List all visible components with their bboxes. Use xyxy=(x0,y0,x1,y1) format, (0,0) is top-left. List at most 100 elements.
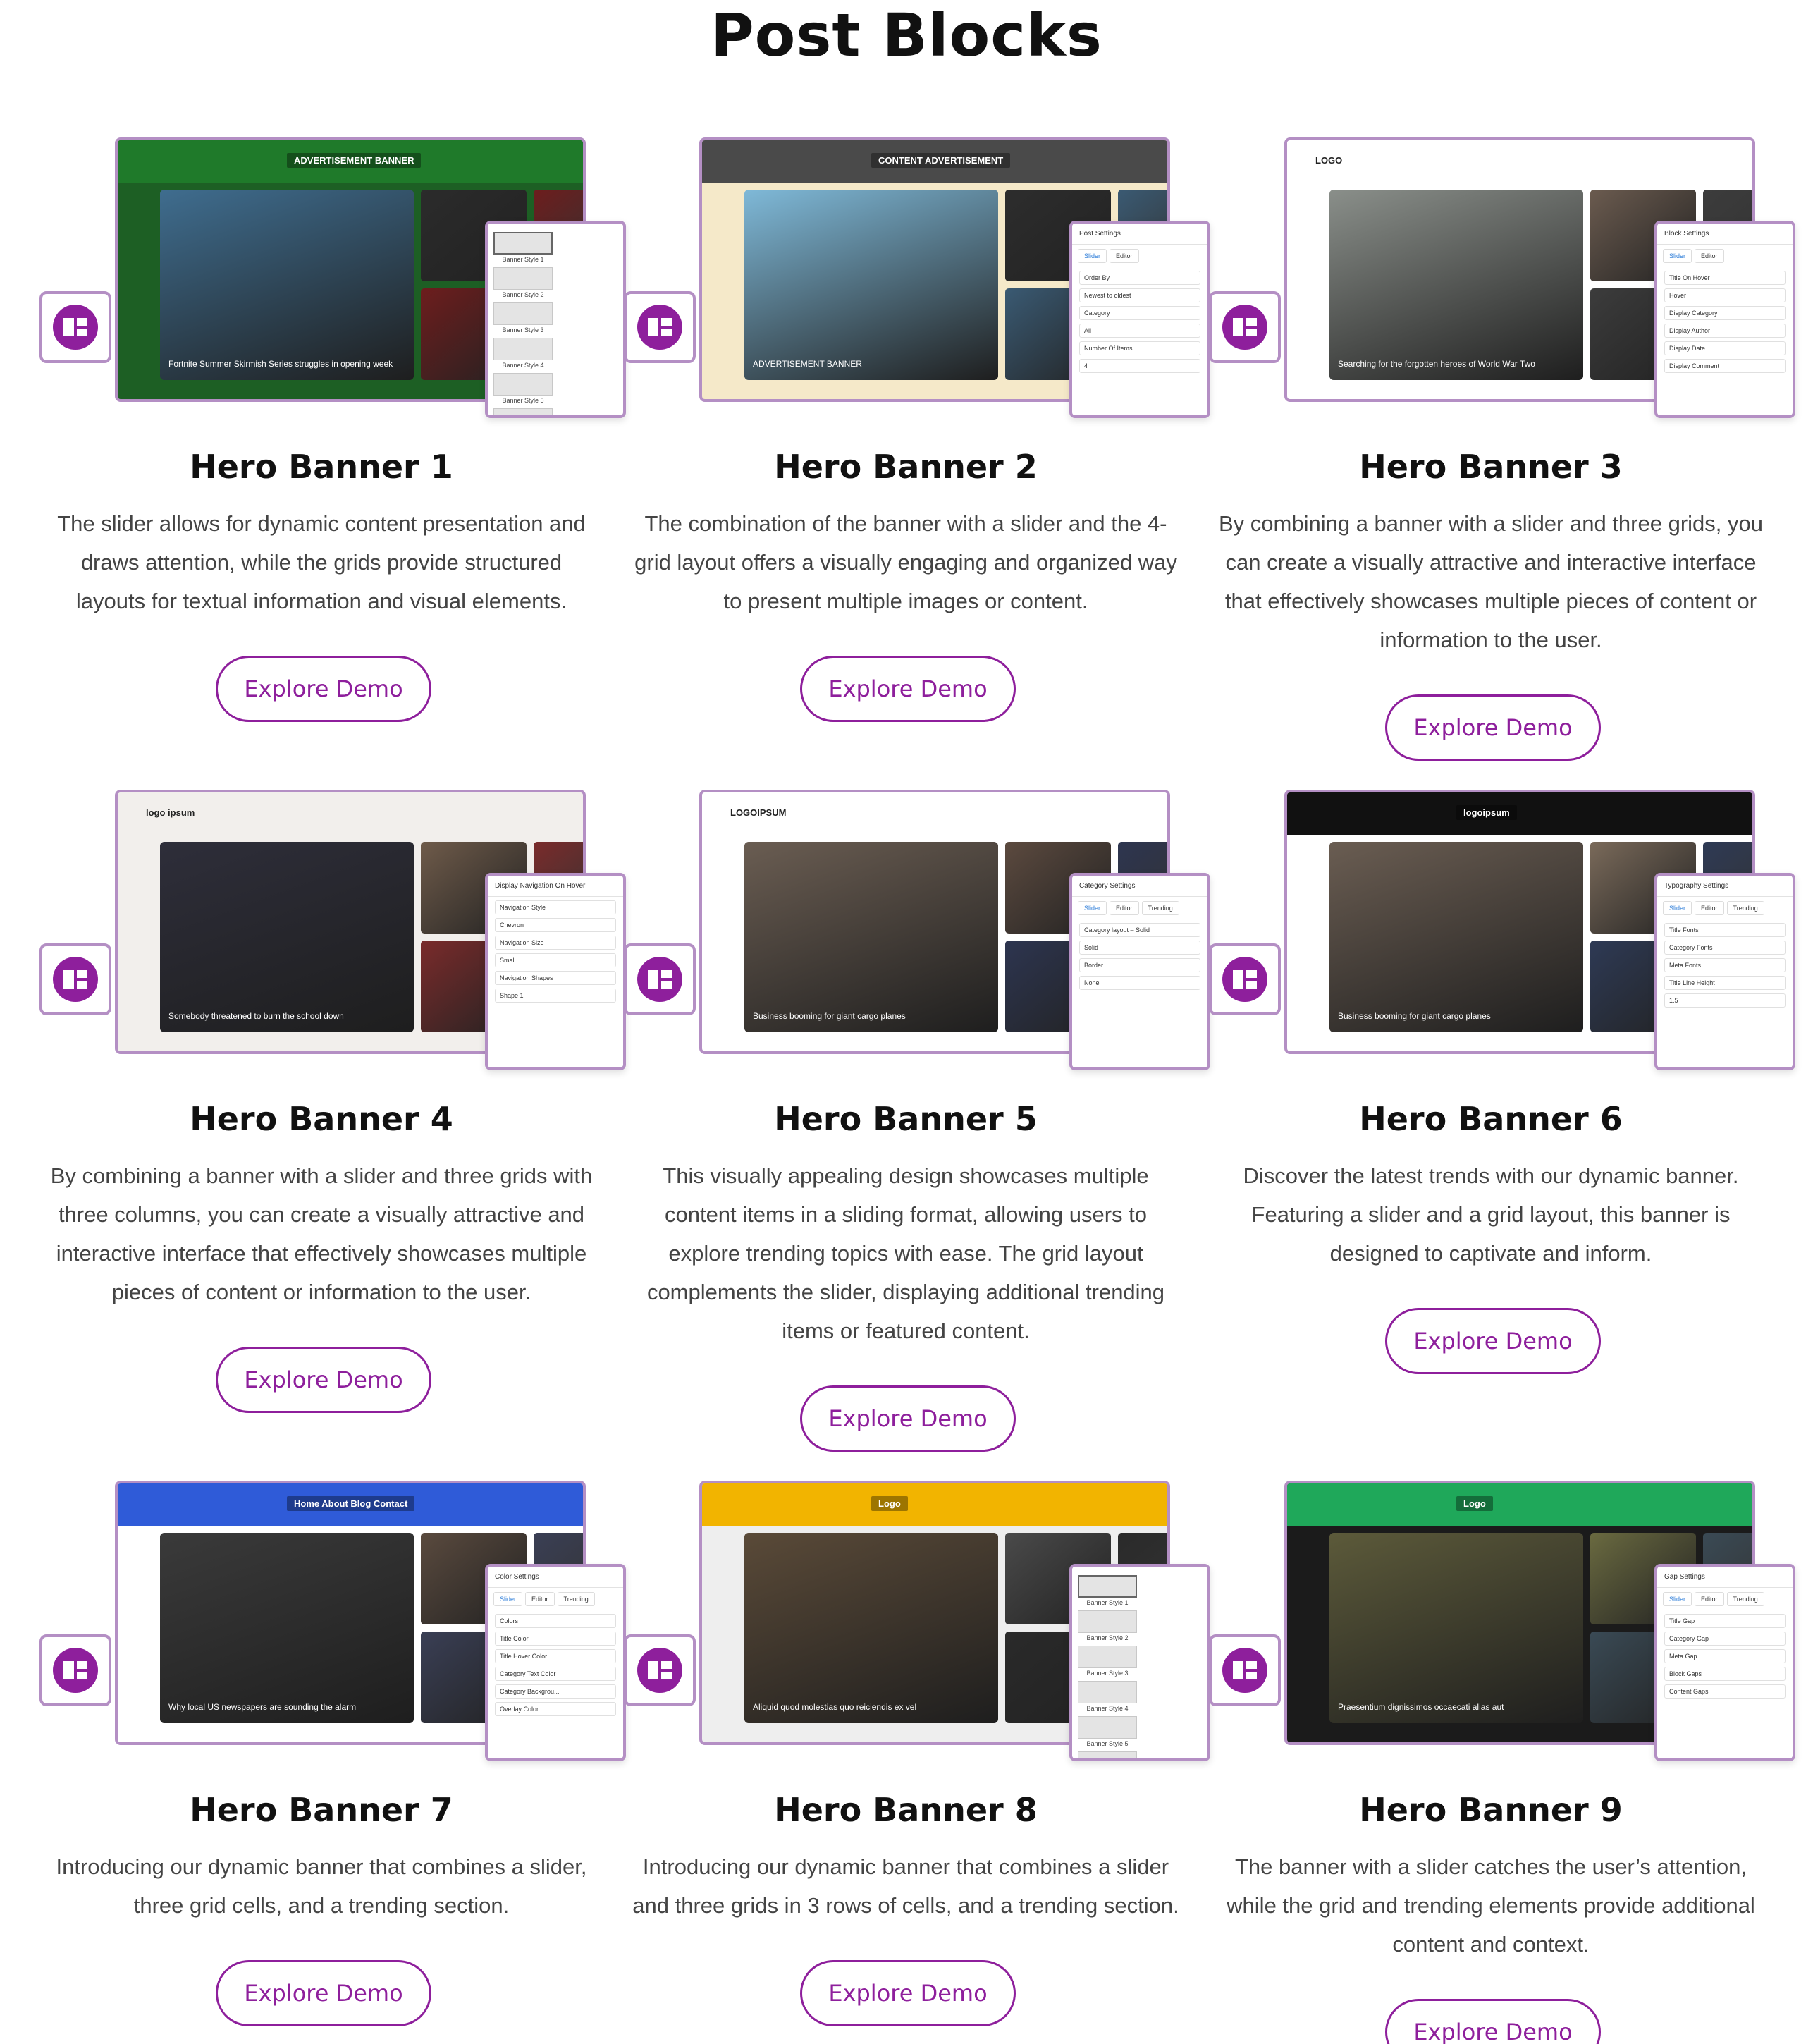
panel-field[interactable]: 1.5 xyxy=(1664,993,1786,1008)
panel-field[interactable]: Chevron xyxy=(495,918,616,932)
screenshot-hero-image: ADVERTISEMENT BANNER xyxy=(744,190,998,380)
panel-field[interactable]: Title Line Height xyxy=(1664,976,1786,990)
explore-demo-button[interactable]: Explore Demo xyxy=(216,656,431,722)
preview-thumbnail[interactable]: LOGO Searching for the forgotten heroes o… xyxy=(1246,137,1795,420)
screenshot-header-text: Home About Blog Contact xyxy=(287,1496,415,1511)
panel-field[interactable]: Category Text Color xyxy=(495,1667,616,1681)
panel-field[interactable]: None xyxy=(1079,976,1200,990)
panel-field[interactable]: Category layout – Solid xyxy=(1079,923,1200,937)
panel-field[interactable]: Category Backgrou... xyxy=(495,1684,616,1699)
panel-tab[interactable]: Slider xyxy=(1078,249,1107,263)
screenshot-header xyxy=(702,1483,1167,1526)
block-icon-badge xyxy=(624,291,696,363)
explore-demo-button[interactable]: Explore Demo xyxy=(800,1960,1016,2026)
block-icon-badge xyxy=(624,943,696,1015)
panel-field[interactable]: Display Category xyxy=(1664,306,1786,320)
panel-field[interactable]: Category Gap xyxy=(1664,1632,1786,1646)
panel-tab[interactable]: Editor xyxy=(525,1592,555,1606)
preview-thumbnail[interactable]: ADVERTISEMENT BANNER Fortnite Summer Skir… xyxy=(76,137,626,420)
panel-field[interactable]: Display Comment xyxy=(1664,359,1786,373)
banner-style-label: Banner Style 3 xyxy=(1086,1670,1129,1677)
panel-field[interactable]: Display Author xyxy=(1664,324,1786,338)
panel-field[interactable]: Shape 1 xyxy=(495,989,616,1003)
panel-field[interactable]: Border xyxy=(1079,958,1200,972)
panel-field[interactable]: Navigation Style xyxy=(495,900,616,914)
banner-style-option[interactable]: Banner Style 3 xyxy=(1078,1646,1137,1677)
panel-tab[interactable]: Slider xyxy=(1663,1592,1692,1606)
panel-field[interactable]: Solid xyxy=(1079,941,1200,955)
panel-field[interactable]: Title Gap xyxy=(1664,1614,1786,1628)
panel-field[interactable]: Category xyxy=(1079,306,1200,320)
banner-style-option[interactable]: Banner Style 6 xyxy=(493,408,553,415)
block-icon-badge xyxy=(39,1634,111,1706)
preview-thumbnail[interactable]: Home About Blog Contact Why local US news… xyxy=(76,1481,626,1763)
panel-field[interactable]: Meta Fonts xyxy=(1664,958,1786,972)
panel-field[interactable]: Title Hover Color xyxy=(495,1649,616,1663)
panel-tab[interactable]: Trending xyxy=(1141,901,1179,915)
panel-field[interactable]: Navigation Size xyxy=(495,936,616,950)
preview-thumbnail[interactable]: logo ipsum Somebody threatened to burn th… xyxy=(76,790,626,1072)
screenshot-hero-image: Aliquid quod molestias quo reiciendis ex… xyxy=(744,1533,998,1723)
explore-demo-button[interactable]: Explore Demo xyxy=(1385,1308,1601,1374)
preview-thumbnail[interactable]: Logo Aliquid quod molestias quo reiciendi… xyxy=(660,1481,1210,1763)
settings-panel: Gap Settings Slider Editor Trending Title Ga… xyxy=(1654,1564,1795,1761)
banner-style-option[interactable]: Banner Style 6 xyxy=(1078,1751,1137,1758)
explore-demo-button[interactable]: Explore Demo xyxy=(800,656,1016,722)
banner-style-option[interactable]: Banner Style 2 xyxy=(1078,1610,1137,1641)
panel-field[interactable]: Number Of Items xyxy=(1079,341,1200,355)
card-description: The banner with a slider catches the use… xyxy=(1227,1854,1755,1957)
panel-heading: Color Settings xyxy=(488,1567,623,1588)
explore-demo-button[interactable]: Explore Demo xyxy=(216,1347,431,1413)
banner-style-option[interactable]: Banner Style 3 xyxy=(493,302,553,333)
panel-field[interactable]: Meta Gap xyxy=(1664,1649,1786,1663)
panel-field[interactable]: Content Gaps xyxy=(1664,1684,1786,1699)
panel-tab[interactable]: Editor xyxy=(1695,901,1724,915)
panel-field[interactable]: Category Fonts xyxy=(1664,941,1786,955)
banner-style-option[interactable]: Banner Style 1 xyxy=(1078,1575,1137,1606)
panel-field[interactable]: Colors xyxy=(495,1614,616,1628)
panel-tab[interactable]: Slider xyxy=(1078,901,1107,915)
preview-thumbnail[interactable]: LOGOIPSUM Business booming for giant carg… xyxy=(660,790,1210,1072)
banner-style-option[interactable]: Banner Style 4 xyxy=(493,338,553,369)
explore-demo-button[interactable]: Explore Demo xyxy=(1385,694,1601,761)
banner-style-option[interactable]: Banner Style 5 xyxy=(1078,1716,1137,1747)
banner-style-option[interactable]: Banner Style 2 xyxy=(493,267,553,298)
panel-field[interactable]: Block Gaps xyxy=(1664,1667,1786,1681)
explore-demo-button[interactable]: Explore Demo xyxy=(800,1385,1016,1452)
preview-thumbnail[interactable]: logoipsum Business booming for giant carg… xyxy=(1246,790,1795,1072)
panel-tab[interactable]: Slider xyxy=(1663,901,1692,915)
panel-field[interactable]: Title On Hover xyxy=(1664,271,1786,285)
panel-field[interactable]: Hover xyxy=(1664,288,1786,302)
panel-tab[interactable]: Trending xyxy=(1726,1592,1764,1606)
panel-field[interactable]: Newest to oldest xyxy=(1079,288,1200,302)
panel-tab[interactable]: Editor xyxy=(1110,249,1139,263)
banner-style-option[interactable]: Banner Style 5 xyxy=(493,373,553,404)
panel-tab[interactable]: Editor xyxy=(1695,249,1724,263)
preview-thumbnail[interactable]: Logo Praesentium dignissimos occaecati al… xyxy=(1246,1481,1795,1763)
panel-field[interactable]: All xyxy=(1079,324,1200,338)
panel-field[interactable]: Small xyxy=(495,953,616,967)
card-title: Hero Banner 9 xyxy=(1359,1791,1623,1829)
panel-field[interactable]: Display Date xyxy=(1664,341,1786,355)
panel-tab[interactable]: Slider xyxy=(1663,249,1692,263)
panel-tab[interactable]: Slider xyxy=(493,1592,523,1606)
panel-tab[interactable]: Editor xyxy=(1110,901,1139,915)
panel-field[interactable]: Overlay Color xyxy=(495,1702,616,1716)
panel-field[interactable]: Title Fonts xyxy=(1664,923,1786,937)
explore-demo-button[interactable]: Explore Demo xyxy=(1385,1999,1601,2044)
banner-style-preview xyxy=(493,302,553,325)
panel-tab[interactable]: Trending xyxy=(557,1592,595,1606)
panel-field[interactable]: Title Color xyxy=(495,1632,616,1646)
hero-banner-card: LOGOIPSUM Business booming for giant carg… xyxy=(624,790,1210,1452)
settings-panel: Color Settings Slider Editor Trending Colors… xyxy=(485,1564,626,1761)
panel-tab[interactable]: Trending xyxy=(1726,901,1764,915)
panel-field[interactable]: Navigation Shapes xyxy=(495,971,616,985)
banner-style-option[interactable]: Banner Style 1 xyxy=(493,232,553,263)
panel-field[interactable]: 4 xyxy=(1079,359,1200,373)
banner-style-option[interactable]: Banner Style 4 xyxy=(1078,1681,1137,1712)
panel-field[interactable]: Order By xyxy=(1079,271,1200,285)
hero-banner-card: CONTENT ADVERTISEMENT ADVERTISEMENT BANNE… xyxy=(624,137,1210,772)
preview-thumbnail[interactable]: CONTENT ADVERTISEMENT ADVERTISEMENT BANNE… xyxy=(660,137,1210,420)
explore-demo-button[interactable]: Explore Demo xyxy=(216,1960,431,2026)
panel-tab[interactable]: Editor xyxy=(1695,1592,1724,1606)
